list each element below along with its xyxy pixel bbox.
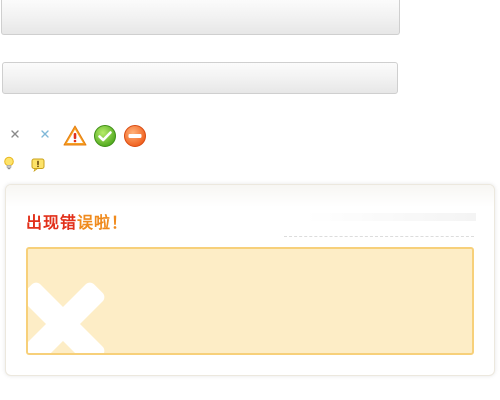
input-bar-second[interactable] [2, 62, 398, 94]
close-small-icon[interactable] [10, 129, 20, 139]
lightbulb-icon [4, 156, 14, 170]
dialog-title-part2: 误啦！ [77, 213, 129, 232]
forbidden-icon [124, 125, 146, 147]
close-small-blue-icon[interactable] [40, 129, 50, 139]
input-bar-top[interactable] [1, 0, 400, 35]
dialog-title: 出现错误啦！ [26, 209, 128, 233]
error-cross-icon [28, 282, 105, 353]
title-divider [284, 236, 474, 237]
success-check-icon [94, 125, 116, 147]
title-decoration [306, 213, 476, 221]
dialog-header-shade [6, 185, 494, 207]
error-message-box [26, 247, 474, 355]
warning-icon [63, 125, 87, 146]
error-dialog: 出现错误啦！ [5, 184, 495, 376]
exclamation-bubble-icon [31, 158, 45, 172]
sprite-canvas: 出现错误啦！ [0, 0, 500, 400]
dialog-title-part1: 出现错 [26, 213, 78, 232]
